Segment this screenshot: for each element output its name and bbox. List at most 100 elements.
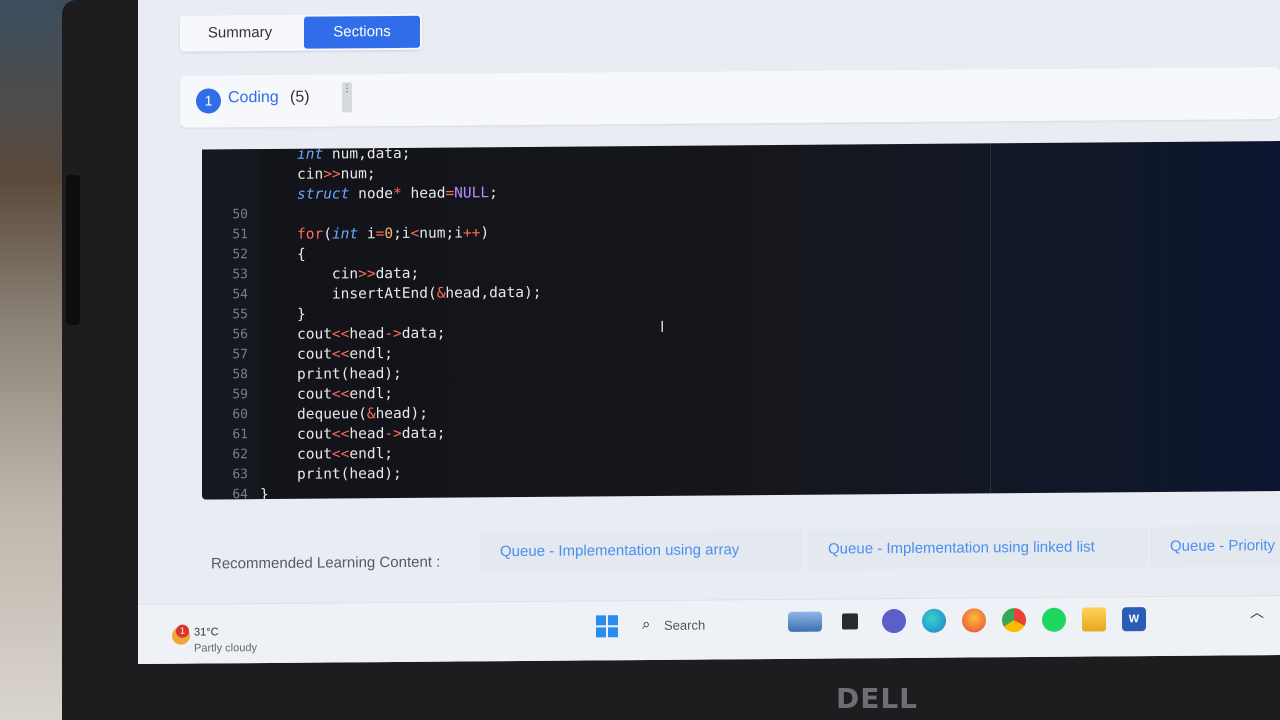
line-number: 59	[232, 387, 248, 403]
code-token: (	[323, 226, 332, 243]
code-token: <<	[331, 386, 350, 403]
code-text: struct node* head=NULL;	[297, 183, 498, 205]
widgets-icon[interactable]	[788, 611, 822, 632]
section-row[interactable]: 1 Coding (5) ⋮	[180, 67, 1280, 128]
line-number: 62	[232, 447, 248, 463]
tab-summary[interactable]: Summary	[184, 17, 296, 50]
line-number: 54	[232, 287, 248, 303]
code-token: int	[331, 226, 359, 243]
code-token: num,data;	[323, 145, 411, 163]
code-token: head	[349, 426, 385, 443]
chrome-icon[interactable]	[1002, 608, 1026, 633]
line-number: 57	[232, 347, 248, 363]
code-text: cout<<endl;	[297, 344, 393, 365]
code-token: ->	[384, 325, 402, 343]
weather-description: Partly cloudy	[194, 642, 257, 655]
tab-sections[interactable]: Sections	[304, 15, 420, 49]
code-text: int num,data;	[297, 144, 411, 165]
bezel-hinge	[66, 175, 80, 325]
code-text: {	[297, 245, 306, 265]
file-explorer-icon[interactable]	[1082, 607, 1106, 632]
code-token: &	[366, 406, 376, 423]
code-token: <<	[331, 326, 350, 343]
code-token: }	[297, 306, 306, 323]
code-editor[interactable]: int num,data; cin>>num; struct node* head=…	[202, 141, 1280, 500]
recommended-label: Recommended Learning Content :	[211, 553, 441, 573]
code-token: <<	[331, 346, 350, 363]
code-token: <<	[331, 446, 350, 463]
windows-start-icon[interactable]	[596, 615, 618, 638]
code-token: <<	[331, 426, 350, 443]
line-number: 60	[232, 407, 248, 423]
brand-logo: DELL	[835, 682, 919, 715]
code-token: head);	[375, 405, 428, 423]
line-number: 55	[232, 307, 248, 323]
code-text: cout<<endl;	[297, 384, 393, 405]
line-number: 56	[232, 327, 248, 343]
code-text: }	[297, 305, 306, 325]
code-text: print(head);	[297, 364, 402, 385]
drag-handle-icon[interactable]: ⋮	[342, 82, 352, 113]
line-number: 58	[232, 367, 248, 383]
code-token: insertAtEnd(	[297, 285, 437, 303]
section-name[interactable]: Coding	[228, 89, 279, 107]
code-token: dequeue(	[297, 406, 367, 423]
code-token: cout	[297, 446, 332, 463]
code-token: i	[358, 226, 376, 243]
line-number: 61	[232, 427, 248, 443]
code-token: ->	[384, 425, 402, 443]
code-token: }	[260, 486, 269, 500]
code-token: ++	[462, 225, 481, 242]
search-icon: ⌕	[642, 615, 651, 634]
code-token: struct	[297, 186, 350, 203]
code-token: cin	[297, 166, 324, 183]
code-token: 0	[384, 225, 394, 243]
word-icon[interactable]: W	[1122, 607, 1146, 632]
code-text: print(head);	[297, 464, 402, 485]
taskbar: 1 31°C Partly cloudy ⌕ Search W ︿	[138, 595, 1280, 664]
code-text: cout<<head->data;	[297, 424, 445, 445]
code-token: endl;	[349, 345, 394, 363]
code-token: data;	[401, 425, 446, 442]
code-text: cin>>num;	[297, 164, 376, 185]
chevron-up-icon[interactable]: ︿	[1250, 602, 1264, 622]
line-number: 50	[232, 207, 248, 223]
recommended-item-array[interactable]: Queue - Implementation using array	[480, 529, 802, 573]
weather-alert-badge: 1	[176, 624, 189, 638]
line-number: 53	[232, 267, 248, 283]
code-token: cout	[297, 426, 332, 443]
code-token: num;	[340, 166, 376, 183]
section-count: (5)	[290, 88, 310, 106]
task-view-icon[interactable]	[842, 613, 858, 630]
code-token: head	[349, 326, 385, 343]
teams-icon[interactable]	[882, 608, 906, 634]
weather-temperature: 31°C	[194, 626, 219, 639]
code-text: cout<<endl;	[297, 444, 393, 465]
code-token: data;	[375, 265, 420, 283]
code-text: for(int i=0;i<num;i++)	[297, 223, 489, 245]
recommended-item-priority[interactable]: Queue - Priority Q	[1150, 525, 1280, 568]
code-token: print(head);	[297, 465, 402, 483]
code-token: node	[349, 185, 394, 203]
taskbar-search[interactable]: ⌕ Search	[636, 610, 786, 641]
line-number: 64	[232, 487, 248, 500]
code-lines: int num,data; cin>>num; struct node* head=…	[202, 141, 1280, 500]
code-text: }	[260, 485, 269, 500]
code-token: {	[297, 246, 306, 263]
code-token: >>	[323, 166, 341, 183]
code-text: cin>>data;	[297, 264, 419, 285]
edge-icon[interactable]	[922, 608, 946, 633]
spotify-icon[interactable]	[1042, 607, 1066, 632]
code-token: >>	[358, 266, 376, 283]
code-token: endl;	[349, 445, 394, 463]
code-token: cout	[297, 346, 332, 363]
recommended-item-linked-list[interactable]: Queue - Implementation using linked list	[808, 527, 1148, 570]
code-token: ;i	[393, 225, 411, 242]
code-text: dequeue(&head);	[297, 404, 428, 425]
line-number: 63	[232, 467, 248, 483]
code-token: print(head);	[297, 365, 402, 383]
code-token: cout	[297, 326, 332, 343]
search-label: Search	[664, 617, 706, 633]
line-number: 52	[232, 247, 248, 263]
firefox-icon[interactable]	[962, 608, 986, 633]
